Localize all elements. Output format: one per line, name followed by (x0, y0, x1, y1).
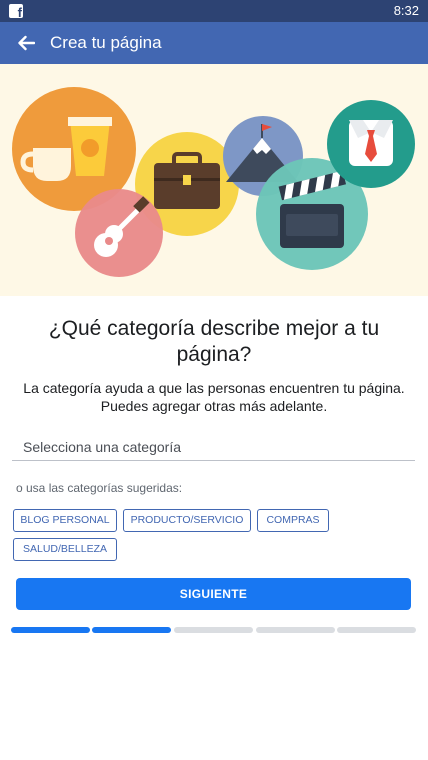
progress-step-4 (256, 627, 335, 633)
progress-indicator (11, 627, 416, 633)
progress-step-3 (174, 627, 253, 633)
suggested-categories-label: o usa las categorías sugeridas: (16, 481, 183, 495)
guitar-icon (75, 189, 163, 277)
category-input[interactable] (12, 433, 415, 461)
chip-salud-belleza[interactable]: SALUD/BELLEZA (13, 538, 117, 561)
next-button[interactable]: SIGUIENTE (16, 578, 411, 610)
chip-compras[interactable]: COMPRAS (257, 509, 329, 532)
back-button[interactable] (10, 26, 42, 60)
page-title: Crea tu página (50, 33, 162, 52)
hero-illustration (0, 64, 428, 296)
facebook-icon: f (9, 4, 23, 20)
arrow-left-icon (18, 35, 35, 51)
progress-step-5 (337, 627, 416, 633)
status-time: 8:32 (393, 3, 419, 18)
category-question: ¿Qué categoría describe mejor a tu págin… (48, 317, 380, 366)
shirt-tie-icon (327, 100, 415, 188)
status-bar: f 8:32 (0, 0, 428, 22)
chip-producto-servicio[interactable]: PRODUCTO/SERVICIO (123, 509, 251, 532)
progress-step-1 (11, 627, 90, 633)
app-bar: Crea tu página (0, 22, 428, 64)
chip-blog-personal[interactable]: BLOG PERSONAL (13, 509, 117, 532)
progress-step-2 (92, 627, 171, 633)
category-help-text: La categoría ayuda a que las personas en… (23, 380, 405, 414)
